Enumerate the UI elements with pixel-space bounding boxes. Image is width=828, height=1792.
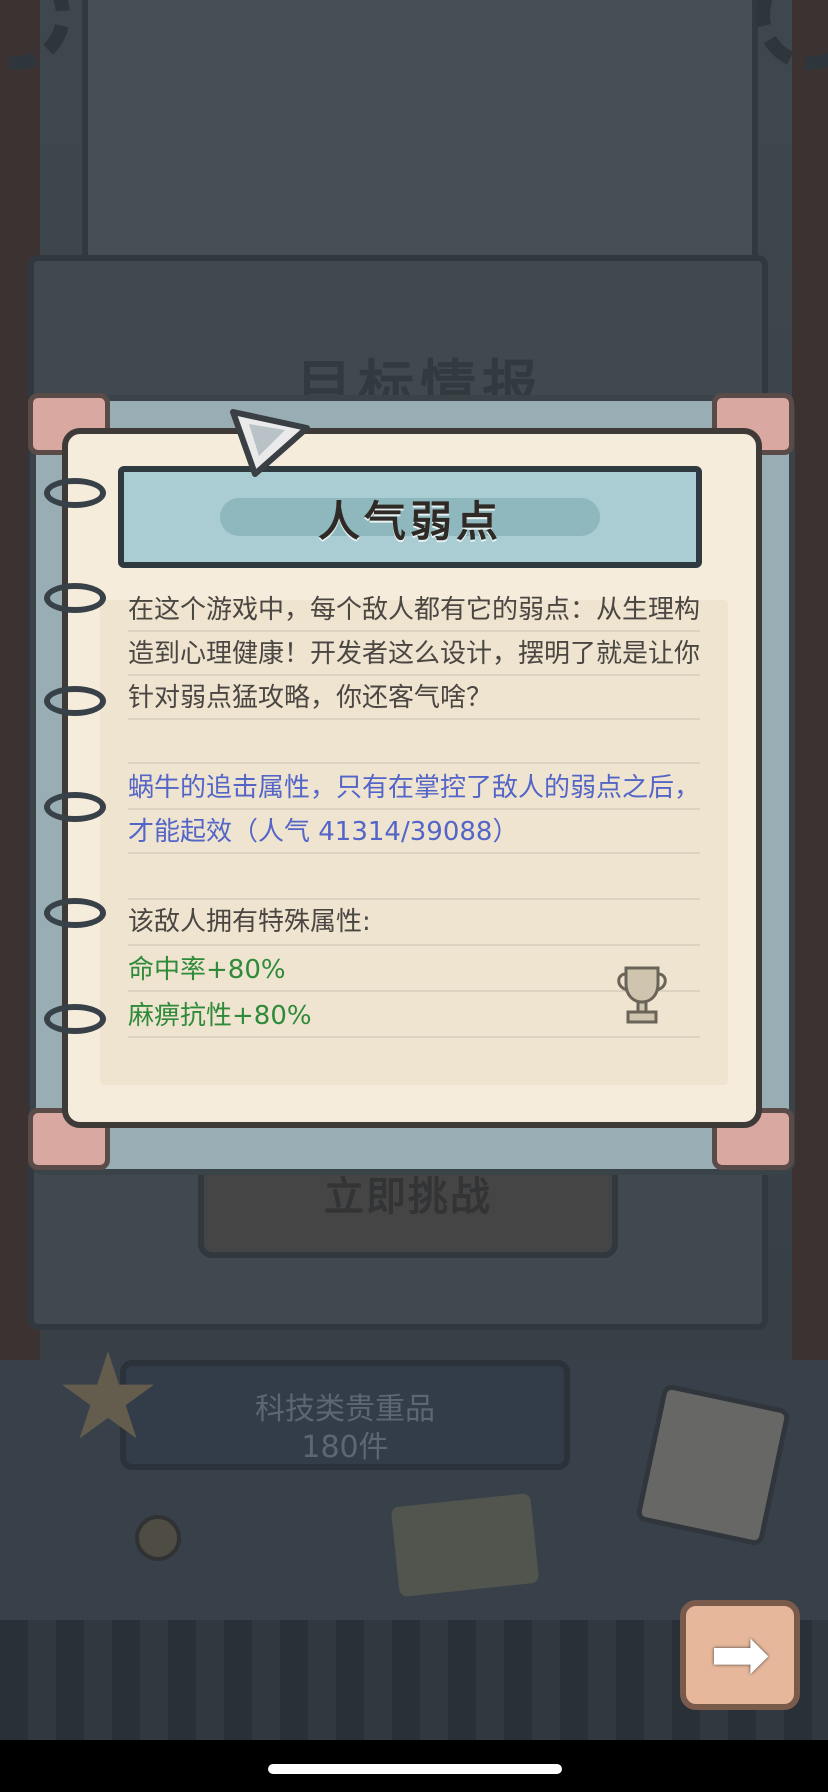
- ruled-line: [128, 762, 700, 764]
- binder-ring-icon: [44, 583, 106, 613]
- dialog-title: 人气弱点: [317, 497, 502, 546]
- snail-ability-text: 蜗牛的追击属性，只有在掌控了敌人的弱点之后，才能起效（人气 41314/3908…: [128, 773, 701, 847]
- binder-ring-icon: [44, 478, 106, 508]
- binder-ring-icon: [44, 686, 106, 716]
- ruled-line: [128, 944, 700, 946]
- binder-ring-icon: [44, 898, 106, 928]
- trophy-icon: [617, 966, 667, 1024]
- binder-ring-icon: [44, 1004, 106, 1034]
- arrow-right-icon[interactable]: ➡: [680, 1600, 800, 1710]
- special-attributes-label: 该敌人拥有特殊属性:: [128, 907, 371, 937]
- hanger-hook-icon: [230, 409, 310, 477]
- weakness-intro-text: 在这个游戏中，每个敌人都有它的弱点：从生理构造到心理健康！开发者这么设计，摆明了…: [128, 595, 701, 713]
- home-indicator[interactable]: [268, 1764, 562, 1774]
- binder-ring-icon: [44, 792, 106, 822]
